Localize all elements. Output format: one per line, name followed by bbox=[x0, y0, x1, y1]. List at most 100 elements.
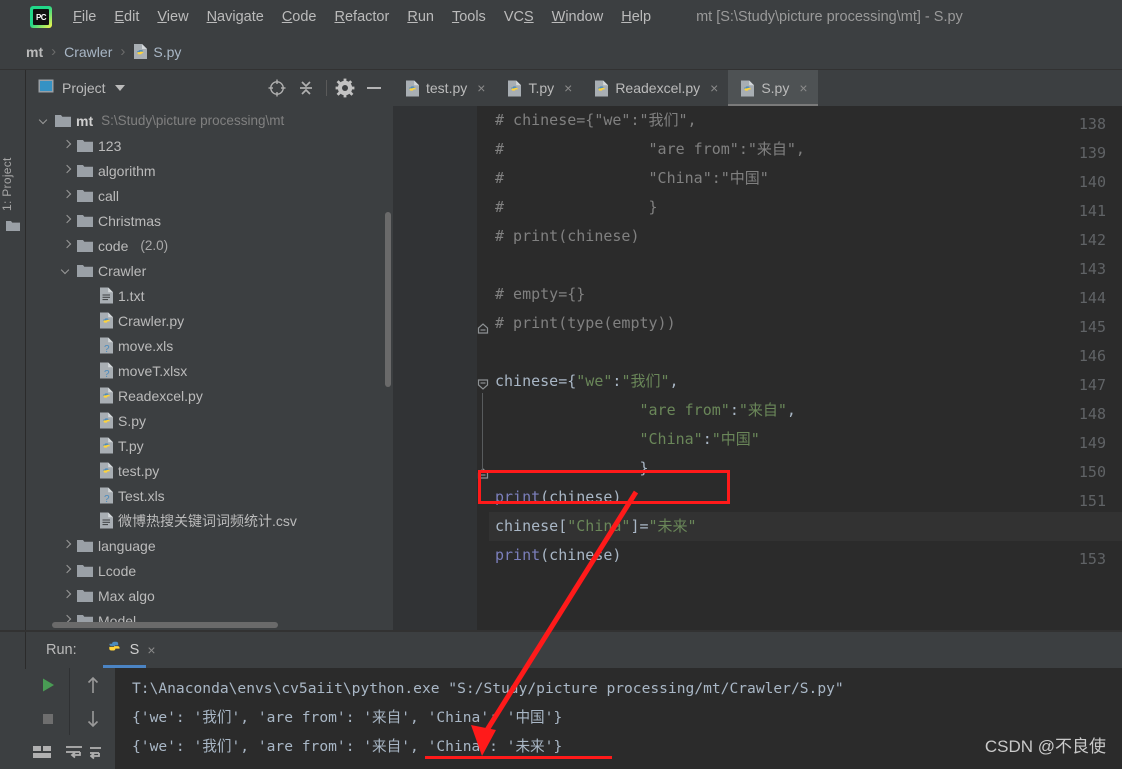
folder-icon[interactable] bbox=[6, 218, 20, 231]
gear-icon[interactable] bbox=[334, 77, 356, 99]
chevron-right-icon[interactable] bbox=[60, 164, 73, 177]
tree-item-s-py[interactable]: S.py bbox=[26, 408, 393, 433]
tree-item-label: language bbox=[98, 537, 156, 554]
code-line-140[interactable]: # "China":"中国" bbox=[489, 164, 1122, 193]
tree-item-crawler[interactable]: Crawler bbox=[26, 258, 393, 283]
chevron-down-icon[interactable] bbox=[60, 264, 73, 277]
close-icon[interactable]: × bbox=[564, 81, 572, 95]
menu-item-tools[interactable]: Tools bbox=[443, 6, 495, 28]
folder-icon bbox=[77, 589, 93, 602]
close-icon[interactable]: × bbox=[799, 81, 807, 95]
tree-item-max-algo[interactable]: Max algo bbox=[26, 583, 393, 608]
code-line-142[interactable]: # print(chinese) bbox=[489, 222, 1122, 251]
code-line-148[interactable]: "are from":"来自", bbox=[489, 396, 1122, 425]
breadcrumb-item-mt[interactable]: mt bbox=[26, 44, 43, 60]
chevron-right-icon[interactable] bbox=[60, 214, 73, 227]
menu-item-vcs[interactable]: VCS bbox=[495, 6, 543, 28]
breadcrumb-separator-icon: › bbox=[120, 43, 126, 60]
tree-item-crawler-py[interactable]: Crawler.py bbox=[26, 308, 393, 333]
tree-item-move-xls[interactable]: ? move.xls bbox=[26, 333, 393, 358]
chevron-down-icon[interactable] bbox=[114, 85, 125, 91]
tree-item-t-py[interactable]: T.py bbox=[26, 433, 393, 458]
code-line-150[interactable]: } bbox=[489, 454, 1122, 483]
code-line-146[interactable] bbox=[489, 338, 1122, 367]
tool-window-button-project[interactable]: 1: Project bbox=[0, 148, 26, 220]
code-line-143[interactable] bbox=[489, 251, 1122, 280]
breadcrumb-item-spy[interactable]: S.py bbox=[153, 44, 181, 60]
tree-item-christmas[interactable]: Christmas bbox=[26, 208, 393, 233]
code-line-144[interactable]: # empty={} bbox=[489, 280, 1122, 309]
project-tree[interactable]: mt S:\Study\picture processing\mt 123 algor… bbox=[26, 106, 393, 632]
chevron-right-icon[interactable] bbox=[60, 189, 73, 202]
code-line-149[interactable]: "China":"中国" bbox=[489, 425, 1122, 454]
menu-item-run[interactable]: Run bbox=[398, 6, 443, 28]
code-line-138[interactable]: # chinese={"we":"我们", bbox=[489, 106, 1122, 135]
tree-item-mt[interactable]: mt S:\Study\picture processing\mt bbox=[26, 108, 393, 133]
code-line-139[interactable]: # "are from":"来自", bbox=[489, 135, 1122, 164]
fold-collapse-icon[interactable] bbox=[477, 371, 489, 400]
editor-tab-readexcel-py[interactable]: Readexcel.py × bbox=[582, 70, 728, 106]
close-icon[interactable]: × bbox=[147, 642, 155, 658]
close-icon[interactable]: × bbox=[710, 81, 718, 95]
layout-toggle-icon[interactable] bbox=[26, 735, 58, 769]
editor-tab-test-py[interactable]: test.py × bbox=[393, 70, 495, 106]
locate-icon[interactable] bbox=[266, 77, 288, 99]
rerun-button[interactable] bbox=[26, 668, 70, 702]
code-line-147[interactable]: chinese={"we":"我们", bbox=[489, 367, 1122, 396]
close-icon[interactable]: × bbox=[477, 81, 485, 95]
menu-item-refactor[interactable]: Refactor bbox=[326, 6, 399, 28]
code-line-141[interactable]: # } bbox=[489, 193, 1122, 222]
tree-item-readexcel-py[interactable]: Readexcel.py bbox=[26, 383, 393, 408]
chevron-right-icon[interactable] bbox=[60, 539, 73, 552]
tree-item-path: S:\Study\picture processing\mt bbox=[101, 113, 285, 128]
tree-item-test-xls[interactable]: ? Test.xls bbox=[26, 483, 393, 508]
status-bar-left bbox=[0, 669, 26, 769]
chevron-right-icon[interactable] bbox=[60, 589, 73, 602]
menu-item-navigate[interactable]: Navigate bbox=[198, 6, 273, 28]
chevron-right-icon[interactable] bbox=[60, 239, 73, 252]
tree-item-1-txt[interactable]: 1.txt bbox=[26, 283, 393, 308]
fold-end-icon[interactable] bbox=[477, 313, 489, 342]
editor-tab-label: test.py bbox=[426, 80, 468, 96]
run-tab-s[interactable]: S × bbox=[102, 632, 160, 668]
tree-item-csv[interactable]: 微博热搜关键词词频统计.csv bbox=[26, 508, 393, 533]
menu-item-view[interactable]: View bbox=[148, 6, 197, 28]
up-arrow-button[interactable] bbox=[71, 668, 115, 702]
code-token: "我们" bbox=[621, 372, 670, 390]
tree-item-language[interactable]: language bbox=[26, 533, 393, 558]
folder-icon bbox=[77, 214, 93, 227]
chevron-down-icon[interactable] bbox=[38, 114, 51, 127]
menu-item-file[interactable]: File bbox=[64, 6, 105, 28]
tree-item-algorithm[interactable]: algorithm bbox=[26, 158, 393, 183]
tree-item-model[interactable]: Model bbox=[26, 608, 393, 632]
project-tree-vertical-scrollbar[interactable] bbox=[385, 212, 391, 387]
code-line-145[interactable]: # print(type(empty)) bbox=[489, 309, 1122, 338]
chevron-right-icon[interactable] bbox=[60, 564, 73, 577]
menu-item-code[interactable]: Code bbox=[273, 6, 326, 28]
breadcrumb-item-crawler[interactable]: Crawler bbox=[64, 44, 112, 60]
chevron-right-icon[interactable] bbox=[60, 139, 73, 152]
collapse-all-icon[interactable] bbox=[295, 77, 317, 99]
editor-tab-s-py[interactable]: S.py × bbox=[728, 70, 818, 106]
editor-tab-t-py[interactable]: T.py × bbox=[495, 70, 582, 106]
minimize-icon[interactable] bbox=[363, 77, 385, 99]
tree-item-123[interactable]: 123 bbox=[26, 133, 393, 158]
menu-item-help[interactable]: Help bbox=[612, 6, 660, 28]
tree-item-call[interactable]: call bbox=[26, 183, 393, 208]
stop-button[interactable] bbox=[26, 702, 70, 736]
project-tree-horizontal-scrollbar[interactable] bbox=[52, 622, 278, 628]
down-arrow-button[interactable] bbox=[71, 702, 115, 736]
menu-bar: PC File Edit View Navigate Code Refactor Run To… bbox=[0, 0, 1122, 34]
tree-item-label: S.py bbox=[118, 412, 147, 429]
soft-wrap-toggle-icon[interactable] bbox=[58, 735, 90, 769]
menu-item-window[interactable]: Window bbox=[543, 6, 613, 28]
tree-item-lcode[interactable]: Lcode bbox=[26, 558, 393, 583]
tree-item-test-py[interactable]: test.py bbox=[26, 458, 393, 483]
python-file-icon bbox=[99, 387, 114, 404]
tree-item-code[interactable]: code (2.0) bbox=[26, 233, 393, 258]
menu-item-edit[interactable]: Edit bbox=[105, 6, 148, 28]
watermark: CSDN @不良使 bbox=[984, 737, 1106, 756]
tree-item-movet-xlsx[interactable]: ? moveT.xlsx bbox=[26, 358, 393, 383]
